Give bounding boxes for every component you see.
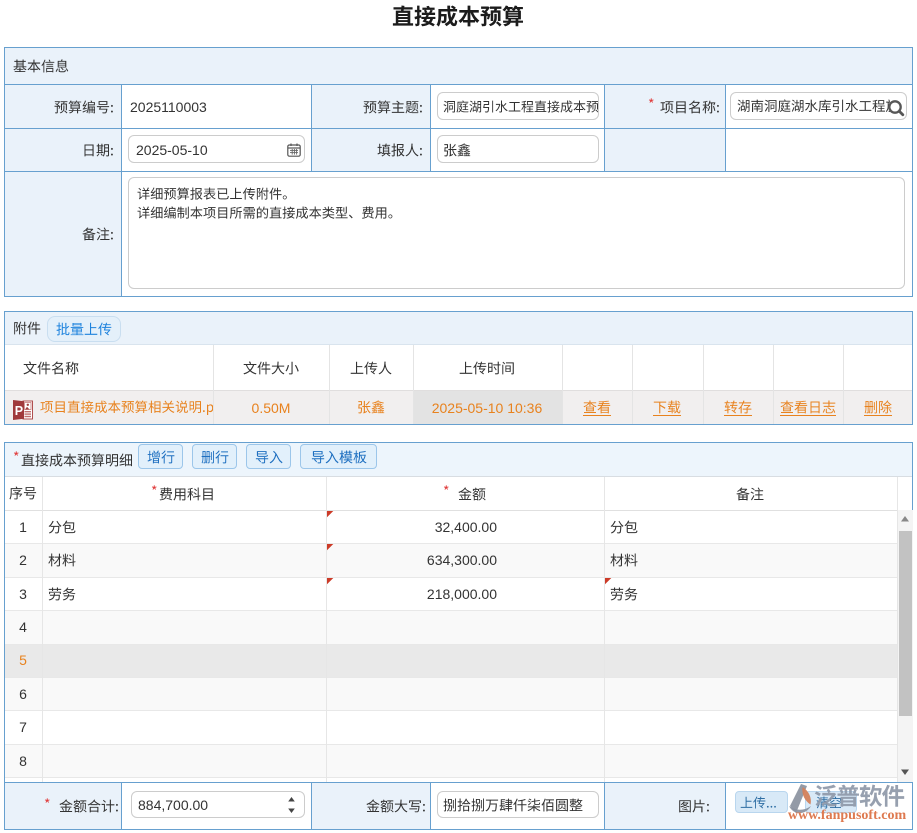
svg-text:P: P — [15, 404, 23, 418]
